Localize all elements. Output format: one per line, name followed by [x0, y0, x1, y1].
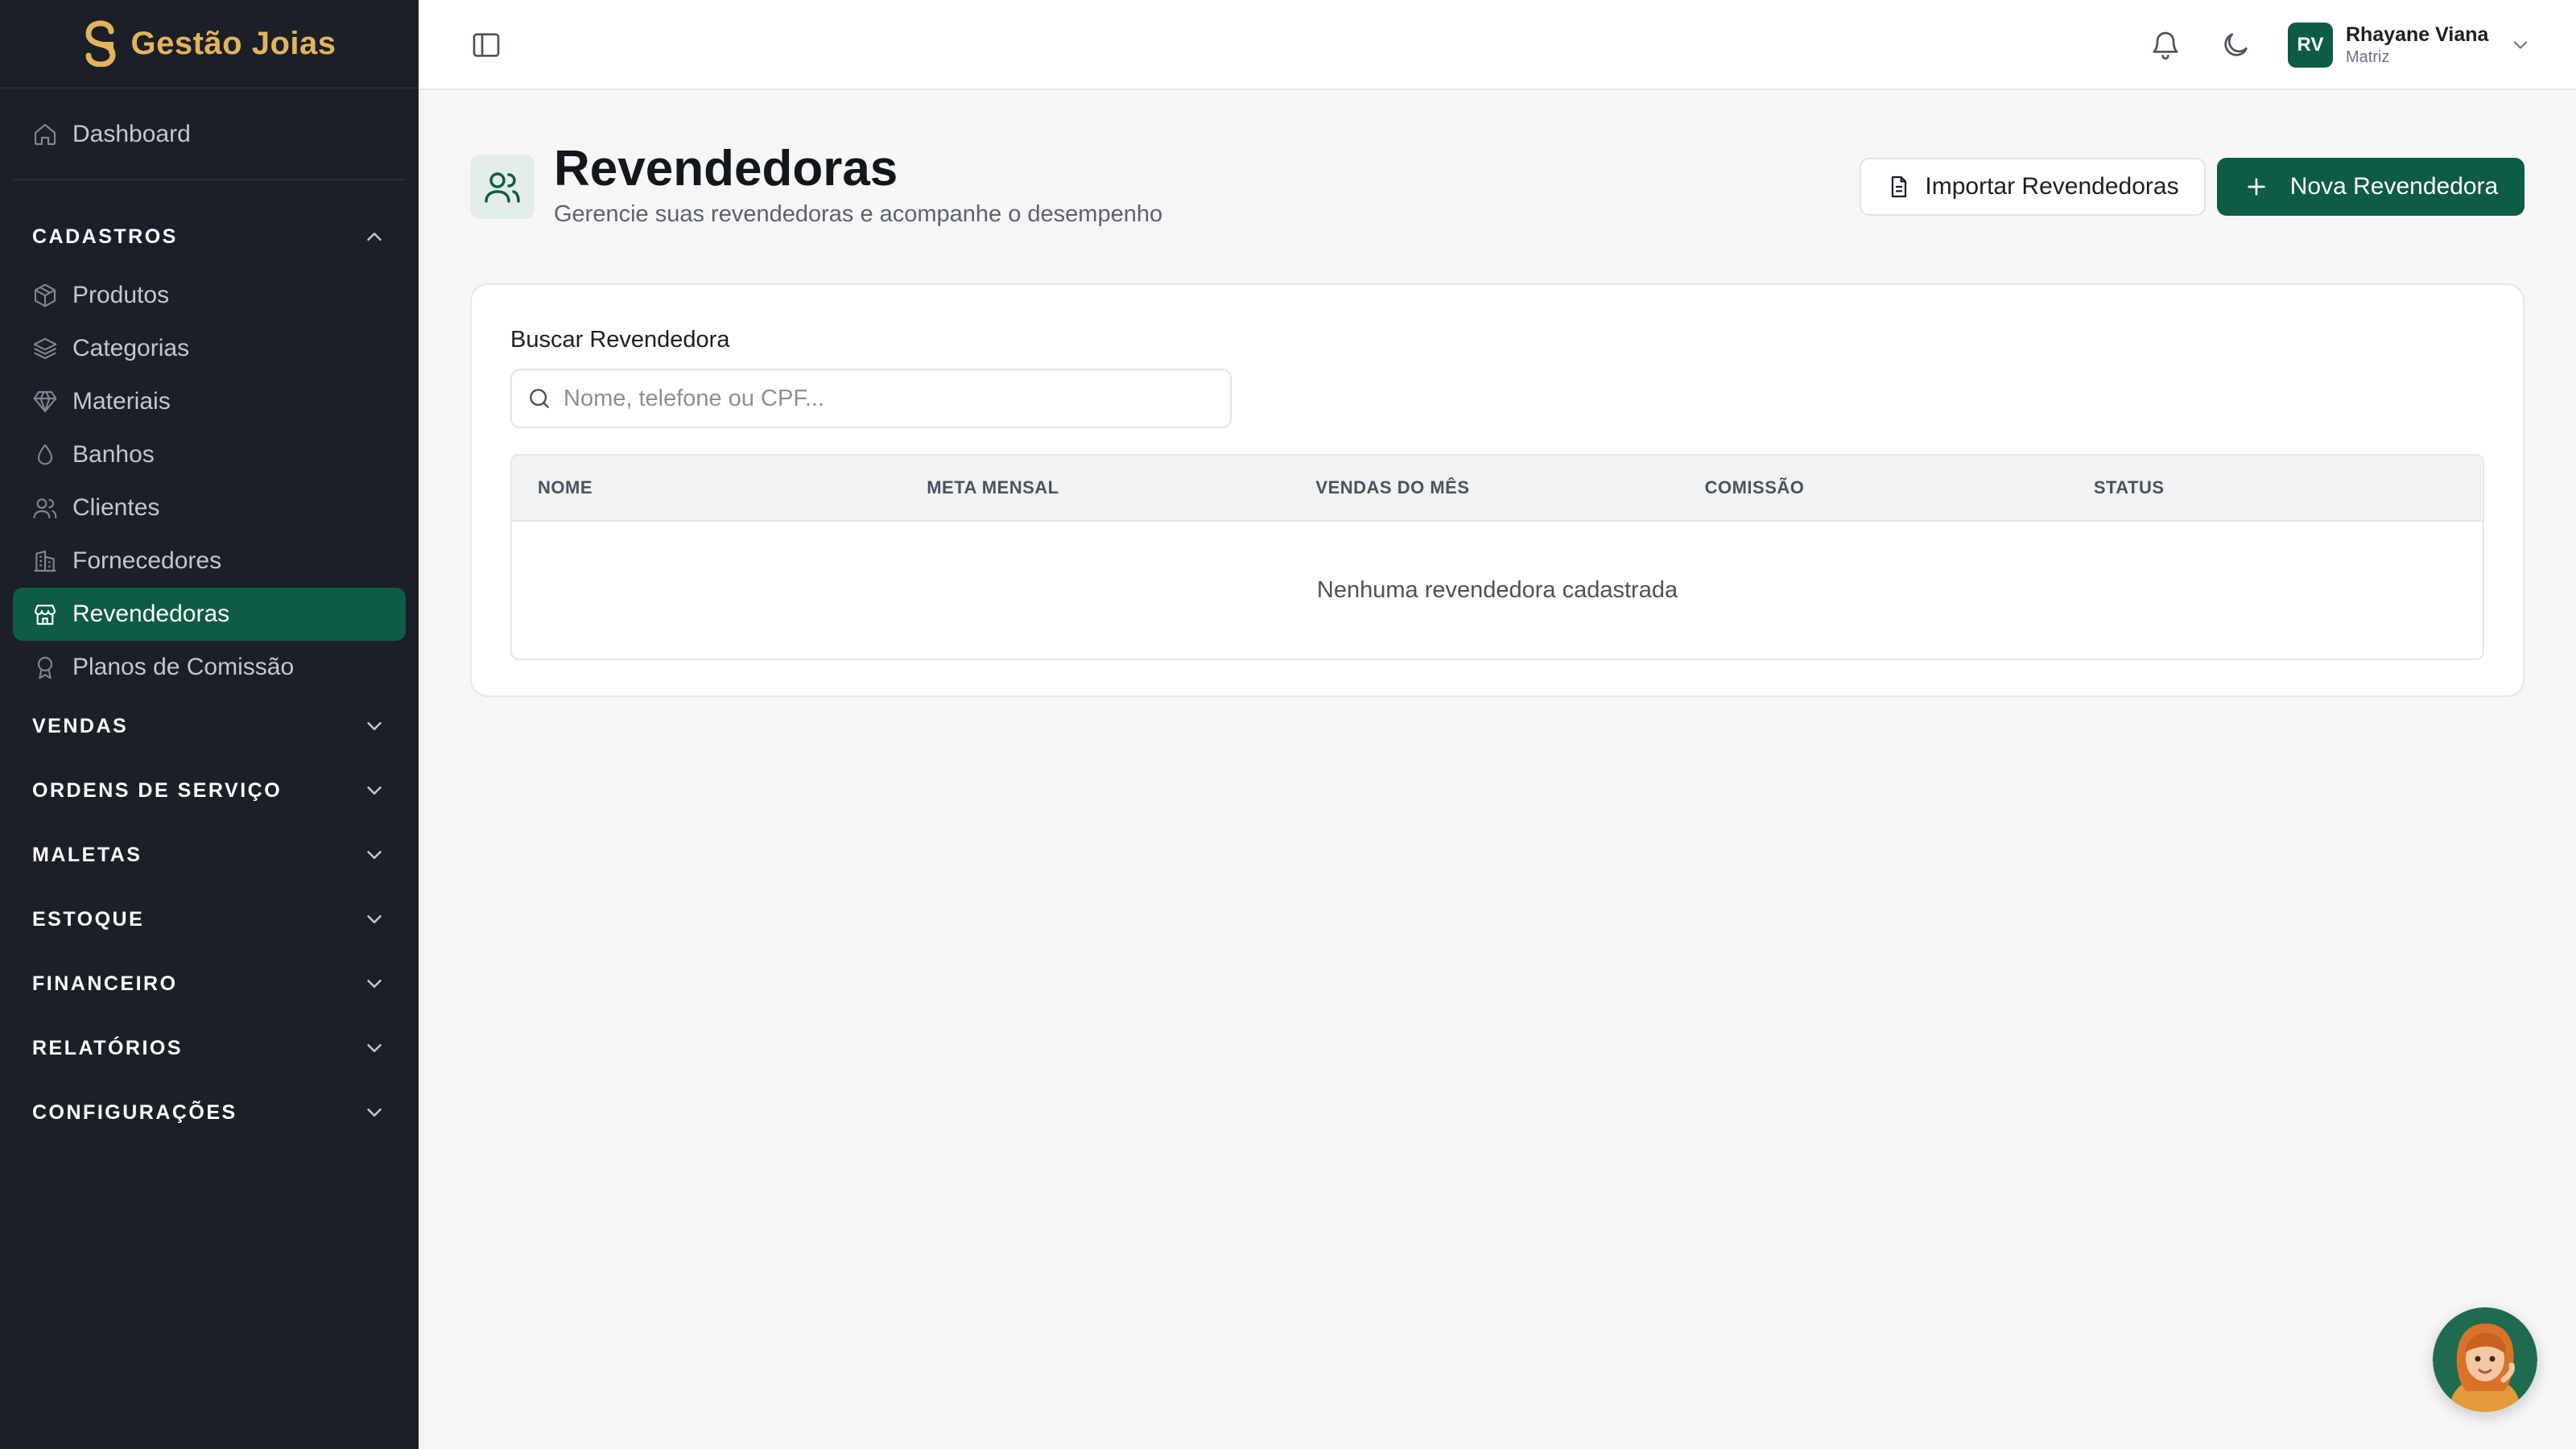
users-icon — [485, 172, 520, 203]
panel-left-icon — [473, 33, 500, 57]
sidebar-item-label: Clientes — [72, 494, 160, 521]
search-input[interactable] — [564, 385, 1208, 412]
sidebar-item-label: Fornecedores — [72, 547, 222, 574]
table-header: NOME META MENSAL VENDAS DO MÊS COMISSÃO … — [512, 456, 2483, 522]
home-icon — [34, 123, 56, 146]
topbar: RV Rhayane Viana Matriz — [419, 0, 2576, 90]
section-title: CONFIGURAÇÕES — [32, 1100, 237, 1124]
theme-toggle-button[interactable] — [2219, 29, 2252, 61]
sidebar-item-produtos[interactable]: Produtos — [13, 269, 406, 322]
empty-state-message: Nenhuma revendedora cadastrada — [1316, 576, 1678, 603]
page-title: Revendedoras — [554, 141, 898, 196]
new-revendedora-button[interactable]: Nova Revendedora — [2217, 158, 2524, 216]
sidebar: Gestão Joias Dashboard CADASTROS Produto… — [0, 0, 419, 1449]
section-title: VENDAS — [32, 714, 129, 737]
section-title: FINANCEIRO — [32, 972, 178, 995]
sidebar-item-dashboard[interactable]: Dashboard — [13, 108, 406, 161]
column-header-comissao[interactable]: COMISSÃO — [1705, 477, 2094, 498]
droplet-icon — [37, 444, 53, 465]
sidebar-item-label: Produtos — [72, 282, 170, 308]
notifications-button[interactable] — [2149, 29, 2182, 61]
column-header-status[interactable]: STATUS — [2094, 477, 2483, 498]
chevron-down-icon — [367, 980, 382, 988]
brand-name: Gestão Joias — [130, 25, 336, 61]
section-configuracoes[interactable]: CONFIGURAÇÕES — [13, 1080, 406, 1145]
new-button-label: Nova Revendedora — [2289, 173, 2499, 200]
section-title: ORDENS DE SERVIÇO — [32, 778, 283, 802]
section-relatorios[interactable]: RELATÓRIOS — [13, 1016, 406, 1080]
chevron-down-icon — [367, 851, 382, 859]
revendedoras-table: NOME META MENSAL VENDAS DO MÊS COMISSÃO … — [510, 454, 2484, 660]
section-maletas[interactable]: MALETAS — [13, 823, 406, 887]
section-title: MALETAS — [32, 843, 142, 866]
file-text-icon — [1892, 175, 1907, 198]
chevron-down-icon — [367, 722, 382, 730]
building-icon — [34, 550, 56, 572]
section-vendas[interactable]: VENDAS — [13, 694, 406, 758]
section-title: ESTOQUE — [32, 907, 145, 931]
revendedoras-card: Buscar Revendedora NOME META MENSAL VEND… — [470, 283, 2524, 697]
plus-icon — [2248, 178, 2265, 196]
user-info: Rhayane Viana Matriz — [2346, 23, 2488, 67]
column-header-vendas-do-mes[interactable]: VENDAS DO MÊS — [1315, 477, 1704, 498]
section-financeiro[interactable]: FINANCEIRO — [13, 952, 406, 1016]
brand-logo-icon — [85, 20, 116, 67]
sidebar-item-fornecedores[interactable]: Fornecedores — [13, 535, 406, 588]
user-name: Rhayane Viana — [2346, 23, 2489, 46]
column-header-nome[interactable]: NOME — [538, 477, 927, 498]
sidebar-item-revendedoras[interactable]: Revendedoras — [13, 588, 406, 641]
store-icon — [34, 605, 56, 625]
users-icon — [33, 498, 57, 519]
sidebar-item-label: Planos de Comissão — [72, 654, 295, 680]
sidebar-item-planos-de-comissao[interactable]: Planos de Comissão — [13, 641, 406, 694]
assistant-avatar-button[interactable] — [2433, 1307, 2537, 1412]
assistant-avatar-icon — [2433, 1307, 2537, 1412]
sidebar-item-label: Dashboard — [72, 121, 191, 147]
section-cadastros[interactable]: CADASTROS — [13, 204, 406, 269]
sidebar-item-label: Categorias — [72, 335, 190, 361]
import-button-label: Importar Revendedoras — [1925, 173, 2179, 200]
sidebar-item-clientes[interactable]: Clientes — [13, 481, 406, 535]
page-subtitle: Gerencie suas revendedoras e acompanhe o… — [554, 201, 1163, 227]
page-icon — [470, 155, 535, 219]
sidebar-item-categorias[interactable]: Categorias — [13, 322, 406, 375]
chevron-down-icon — [367, 1108, 382, 1117]
sidebar-item-label: Banhos — [72, 441, 155, 468]
moon-icon — [2224, 33, 2248, 56]
chevron-down-icon — [2514, 41, 2528, 49]
sidebar-toggle-button[interactable] — [470, 29, 502, 61]
search-icon — [530, 389, 549, 408]
user-menu[interactable]: RV Rhayane Viana Matriz — [2288, 21, 2532, 69]
import-revendedoras-button[interactable]: Importar Revendedoras — [1860, 158, 2206, 216]
chevron-down-icon — [367, 915, 382, 923]
sidebar-item-label: Materiais — [72, 388, 171, 415]
sidebar-nav: Dashboard CADASTROS Produtos Categorias … — [0, 108, 419, 1145]
search-field[interactable] — [510, 369, 1232, 428]
chevron-up-icon — [367, 233, 382, 241]
search-label: Buscar Revendedora — [510, 327, 730, 353]
user-role: Matriz — [2346, 48, 2390, 66]
section-ordens-de-servico[interactable]: ORDENS DE SERVIÇO — [13, 758, 406, 823]
avatar: RV — [2288, 23, 2333, 68]
chevron-down-icon — [367, 786, 382, 795]
bell-icon — [2153, 31, 2178, 60]
column-header-meta-mensal[interactable]: META MENSAL — [927, 477, 1315, 498]
award-icon — [37, 656, 53, 679]
layers-icon — [33, 337, 57, 360]
section-title: RELATÓRIOS — [32, 1036, 184, 1059]
brand[interactable]: Gestão Joias — [0, 0, 419, 89]
gem-icon — [33, 390, 57, 413]
sidebar-item-label: Revendedoras — [72, 601, 230, 627]
box-icon — [34, 283, 56, 308]
section-estoque[interactable]: ESTOQUE — [13, 887, 406, 952]
section-title: CADASTROS — [32, 225, 178, 248]
sidebar-item-banhos[interactable]: Banhos — [13, 428, 406, 481]
chevron-down-icon — [367, 1044, 382, 1052]
sidebar-divider — [13, 179, 406, 180]
sidebar-item-materiais[interactable]: Materiais — [13, 375, 406, 428]
